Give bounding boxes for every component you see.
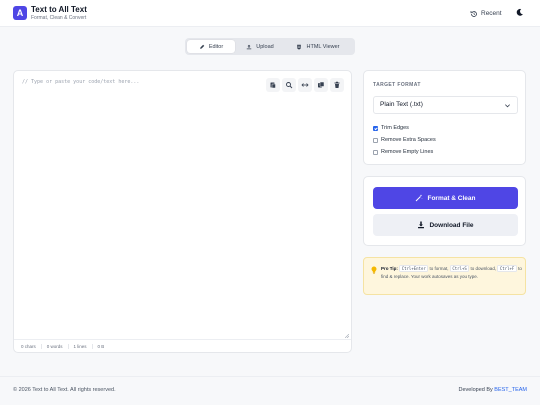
actions-card: Format & Clean Download File	[363, 176, 526, 246]
remove-extra-spaces-checkbox[interactable]	[373, 137, 378, 143]
app-header: A Text to All Text Format, Clean & Conve…	[0, 0, 540, 27]
search-button[interactable]	[282, 78, 296, 92]
search-icon	[286, 82, 293, 89]
option-trim-edges[interactable]: Trim Edges	[373, 125, 409, 131]
paste-button[interactable]	[266, 78, 280, 92]
target-format-heading: TARGET FORMAT	[373, 82, 421, 88]
pro-tip: Pro Tip: Ctrl+Enter to format, Ctrl+S to…	[363, 257, 526, 295]
recent-button[interactable]: Recent	[470, 8, 502, 19]
wrap-button[interactable]	[298, 78, 312, 92]
dark-mode-icon[interactable]	[515, 8, 524, 17]
copy-icon	[318, 81, 325, 88]
shortcut-download: Ctrl+S	[449, 265, 470, 272]
remove-empty-lines-checkbox[interactable]	[373, 149, 378, 155]
magic-wand-icon	[416, 194, 423, 202]
trash-icon	[334, 81, 340, 88]
copy-button[interactable]	[314, 78, 328, 92]
option-remove-empty-lines[interactable]: Remove Empty Lines	[373, 149, 433, 155]
text-editor[interactable]: // Type or paste your code/text here... …	[13, 70, 352, 353]
editor-statusbar: 0 chars 0 words 1 lines 0 B	[14, 339, 351, 352]
app-subtitle: Format, Clean & Convert	[31, 15, 87, 21]
editor-placeholder: // Type or paste your code/text here...	[22, 79, 140, 85]
developed-by-label: Developed By	[458, 387, 493, 393]
download-file-button[interactable]: Download File	[373, 214, 518, 236]
developer-brand-link[interactable]: BEST_TEAM	[494, 387, 527, 393]
word-count: 0 words	[47, 343, 69, 349]
tab-html-viewer[interactable]: HTML Viewer	[285, 40, 351, 53]
download-file-label: Download File	[429, 221, 474, 229]
trim-edges-label: Trim Edges	[381, 125, 409, 131]
remove-empty-lines-label: Remove Empty Lines	[381, 149, 434, 155]
format-select-value: Plain Text (.txt)	[380, 101, 423, 108]
tab-editor[interactable]: Editor	[187, 40, 235, 53]
target-format-card: TARGET FORMAT Plain Text (.txt) Trim Edg…	[363, 70, 526, 165]
option-remove-extra-spaces[interactable]: Remove Extra Spaces	[373, 137, 436, 143]
tab-html-viewer-label: HTML Viewer	[306, 43, 340, 50]
tab-upload[interactable]: Upload	[235, 40, 285, 53]
format-clean-label: Format & Clean	[427, 194, 476, 202]
recent-label: Recent	[481, 10, 502, 17]
editor-toolbar	[266, 78, 344, 92]
clear-button[interactable]	[330, 78, 344, 92]
tab-editor-label: Editor	[208, 43, 224, 50]
char-count: 0 chars	[21, 343, 42, 349]
developed-by: Developed By BEST_TEAM	[459, 387, 527, 393]
pro-tip-text-1: to format,	[429, 266, 449, 271]
html-icon	[297, 44, 302, 49]
trim-edges-checkbox[interactable]	[373, 125, 378, 131]
pro-tip-text-2: to download,	[470, 266, 497, 271]
resize-handle-icon[interactable]	[345, 334, 349, 338]
pro-tip-text: Pro Tip: Ctrl+Enter to format, Ctrl+S to…	[381, 265, 523, 281]
shortcut-format: Ctrl+Enter	[399, 265, 429, 272]
copyright-text: © 2026 Text to All Text. All rights rese…	[13, 387, 116, 393]
lightbulb-icon	[371, 266, 377, 274]
line-count: 1 lines	[74, 343, 93, 349]
page-footer: © 2026 Text to All Text. All rights rese…	[0, 376, 540, 405]
download-icon	[418, 221, 425, 229]
app-logo: A	[13, 6, 27, 20]
app-title: Text to All Text	[31, 5, 87, 14]
history-icon	[470, 10, 477, 17]
remove-extra-spaces-label: Remove Extra Spaces	[381, 137, 436, 143]
chevron-down-icon	[505, 104, 510, 108]
mode-tabs: Editor Upload HTML Viewer	[185, 38, 355, 55]
format-select[interactable]: Plain Text (.txt)	[373, 96, 518, 114]
format-clean-button[interactable]: Format & Clean	[373, 187, 518, 209]
shortcut-find: Ctrl+F	[497, 265, 517, 272]
tab-upload-label: Upload	[256, 43, 274, 50]
paste-icon	[270, 82, 276, 89]
pen-icon	[199, 44, 205, 49]
swap-icon	[301, 83, 309, 87]
upload-icon	[247, 44, 252, 49]
byte-size: 0 B	[97, 343, 105, 349]
pro-tip-title: Pro Tip:	[381, 266, 398, 271]
